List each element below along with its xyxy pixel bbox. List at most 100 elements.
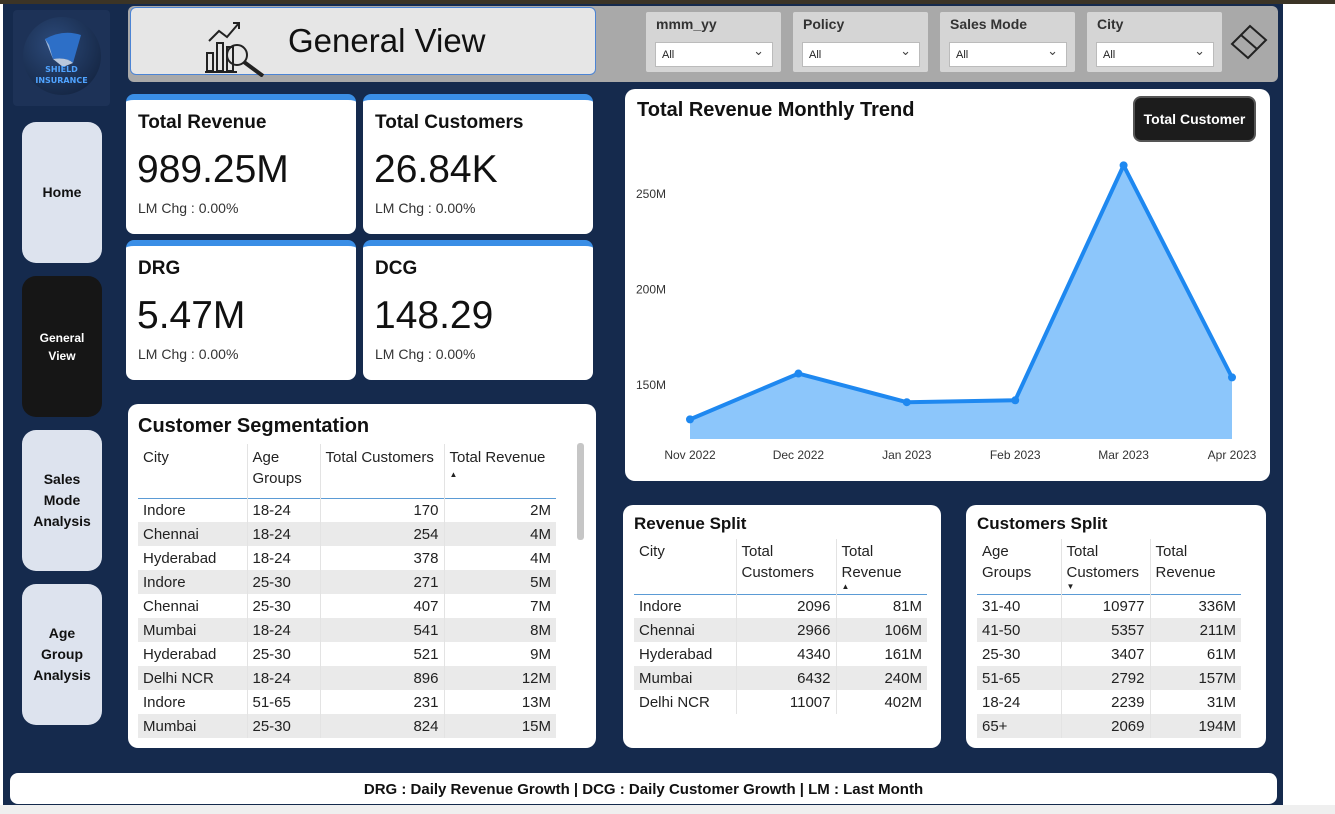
revenue-area-fill — [690, 165, 1232, 439]
table-row[interactable]: 41-50 5357 211M — [977, 618, 1241, 642]
col-header-total-revenue[interactable]: Total Revenue ▲ — [835, 539, 927, 594]
table-cell: 31-40 — [982, 597, 1021, 615]
col-header-city[interactable]: City — [634, 539, 736, 594]
table-row[interactable]: Mumbai 6432 240M — [634, 666, 927, 690]
sort-ascending-icon: ▲ — [449, 470, 458, 479]
col-header-total-revenue[interactable]: Total Revenue — [1149, 539, 1241, 594]
table-cell: Delhi NCR — [639, 693, 710, 711]
table-row[interactable]: Indore 18-24 170 2M — [138, 498, 556, 522]
col-header-total-customers[interactable]: Total Customers ▼ — [1060, 539, 1150, 594]
table-cell: Mumbai — [634, 666, 736, 690]
filter-city-value: All — [1103, 49, 1116, 61]
table-cell: 13M — [443, 690, 556, 714]
table-cell: 18-24 — [246, 546, 320, 570]
data-point[interactable] — [1228, 373, 1236, 382]
filter-policy-label: Policy — [803, 16, 845, 32]
table-cell: 402M — [835, 690, 927, 714]
table-cell: 3407 — [1060, 642, 1150, 666]
x-tick-label: Feb 2023 — [990, 448, 1041, 462]
col-header-age-line-1: Age — [252, 449, 280, 466]
nav-general-view-button[interactable]: General View — [22, 276, 102, 417]
table-cell: 157M — [1149, 666, 1241, 690]
table-row[interactable]: Indore 2096 81M — [634, 594, 927, 618]
data-point[interactable] — [686, 415, 694, 424]
nav-general-view-label-1: General — [39, 330, 85, 345]
filter-month-dropdown[interactable]: All ⌄ — [655, 42, 773, 67]
table-cell: 61M — [1149, 642, 1241, 666]
kpi-value: 26.84K — [374, 148, 498, 191]
table-cell: Indore — [639, 597, 682, 615]
kpi-card-drg: DRG 5.47M LM Chg : 0.00% — [126, 240, 356, 380]
table-cell: 51-65 — [246, 690, 320, 714]
table-row[interactable]: Delhi NCR 11007 402M — [634, 690, 927, 714]
kpi-title: Total Revenue — [138, 112, 267, 133]
col-header-total-revenue[interactable]: Total Revenue ▲ — [443, 444, 556, 498]
filter-sales-mode-dropdown[interactable]: All ⌄ — [949, 42, 1067, 67]
sort-descending-icon: ▼ — [1066, 582, 1075, 591]
col-header-line-2: Customers — [741, 564, 815, 581]
table-cell: 211M — [1149, 618, 1241, 642]
table-scrollbar[interactable] — [577, 443, 584, 540]
table-cell: Hyderabad — [639, 645, 713, 663]
col-header-age-groups[interactable]: Age Groups — [977, 539, 1061, 594]
table-cell: 2069 — [1060, 714, 1150, 738]
table-cell: Hyderabad — [143, 549, 217, 567]
filter-policy-dropdown[interactable]: All ⌄ — [802, 42, 920, 67]
kpi-change: LM Chg : 0.00% — [138, 346, 239, 362]
total-customer-toggle-button[interactable]: Total Customer — [1133, 96, 1256, 142]
table-cell: 25-30 — [246, 594, 320, 618]
col-header-total-customers[interactable]: Total Customers — [735, 539, 836, 594]
window-bottom-strip — [0, 805, 1335, 814]
table-row[interactable]: Chennai 25-30 407 7M — [138, 594, 556, 618]
col-header-total-customers[interactable]: Total Customers — [319, 444, 444, 498]
filter-policy-value: All — [809, 49, 822, 61]
table-row[interactable]: Delhi NCR 18-24 896 12M — [138, 666, 556, 690]
data-point[interactable] — [902, 398, 911, 407]
nav-age-group-analysis-button[interactable]: Age Group Analysis — [22, 584, 102, 725]
y-tick-label: 250M — [636, 187, 666, 201]
customers-split-table-wrap[interactable]: Age Groups Total Customers ▼ Total Revenue 3… — [977, 539, 1241, 738]
table-row[interactable]: 31-40 10977 336M — [977, 594, 1241, 618]
table-row[interactable]: 65+ 2069 194M — [977, 714, 1241, 738]
data-point[interactable] — [1119, 161, 1128, 170]
kpi-title: DRG — [138, 258, 181, 279]
table-row[interactable]: Mumbai 25-30 824 15M — [138, 714, 556, 738]
table-row[interactable]: 25-30 3407 61M — [977, 642, 1241, 666]
col-header-age-groups[interactable]: Age Groups — [246, 444, 320, 498]
col-header-total-revenue-label: Total Revenue — [449, 449, 546, 466]
col-header-city[interactable]: City — [138, 444, 247, 498]
table-row[interactable]: Chennai 2966 106M — [634, 618, 927, 642]
table-row[interactable]: 51-65 2792 157M — [977, 666, 1241, 690]
table-row[interactable]: Mumbai 18-24 541 8M — [138, 618, 556, 642]
table-cell: 170 — [319, 498, 444, 522]
table-row[interactable]: Indore 25-30 271 5M — [138, 570, 556, 594]
data-point[interactable] — [794, 369, 803, 378]
table-row[interactable]: Chennai 18-24 254 4M — [138, 522, 556, 546]
nav-home-button[interactable]: Home — [22, 122, 102, 263]
kpi-title: Total Customers — [375, 112, 524, 133]
revenue-split-table-wrap[interactable]: City Total Customers Total Revenue ▲ Indore… — [634, 539, 927, 714]
clear-filters-eraser-icon[interactable] — [1228, 22, 1270, 66]
table-row[interactable]: Hyderabad 18-24 378 4M — [138, 546, 556, 570]
table-cell: 4M — [443, 546, 556, 570]
table-cell: 106M — [835, 618, 927, 642]
table-cell: 25-30 — [246, 570, 320, 594]
kpi-value: 148.29 — [374, 294, 494, 337]
table-cell: 41-50 — [977, 618, 1061, 642]
chevron-down-icon: ⌄ — [753, 44, 764, 59]
table-cell: 2096 — [735, 594, 836, 618]
table-row[interactable]: Hyderabad 4340 161M — [634, 642, 927, 666]
col-header-line-2: Groups — [982, 564, 1032, 581]
table-cell: 161M — [835, 642, 927, 666]
table-cell: 5357 — [1060, 618, 1150, 642]
data-point[interactable] — [1011, 396, 1020, 405]
nav-sales-mode-analysis-button[interactable]: Sales Mode Analysis — [22, 430, 102, 571]
table-row[interactable]: 18-24 2239 31M — [977, 690, 1241, 714]
customer-segmentation-table-wrap[interactable]: City Age Groups Total Customers Total Rev… — [138, 444, 556, 738]
table-cell: 51-65 — [977, 666, 1061, 690]
table-row[interactable]: Hyderabad 25-30 521 9M — [138, 642, 556, 666]
table-cell: 81M — [835, 594, 927, 618]
table-row[interactable]: Indore 51-65 231 13M — [138, 690, 556, 714]
filter-city-dropdown[interactable]: All ⌄ — [1096, 42, 1214, 67]
kpi-card-total-customers: Total Customers 26.84K LM Chg : 0.00% — [363, 94, 593, 234]
